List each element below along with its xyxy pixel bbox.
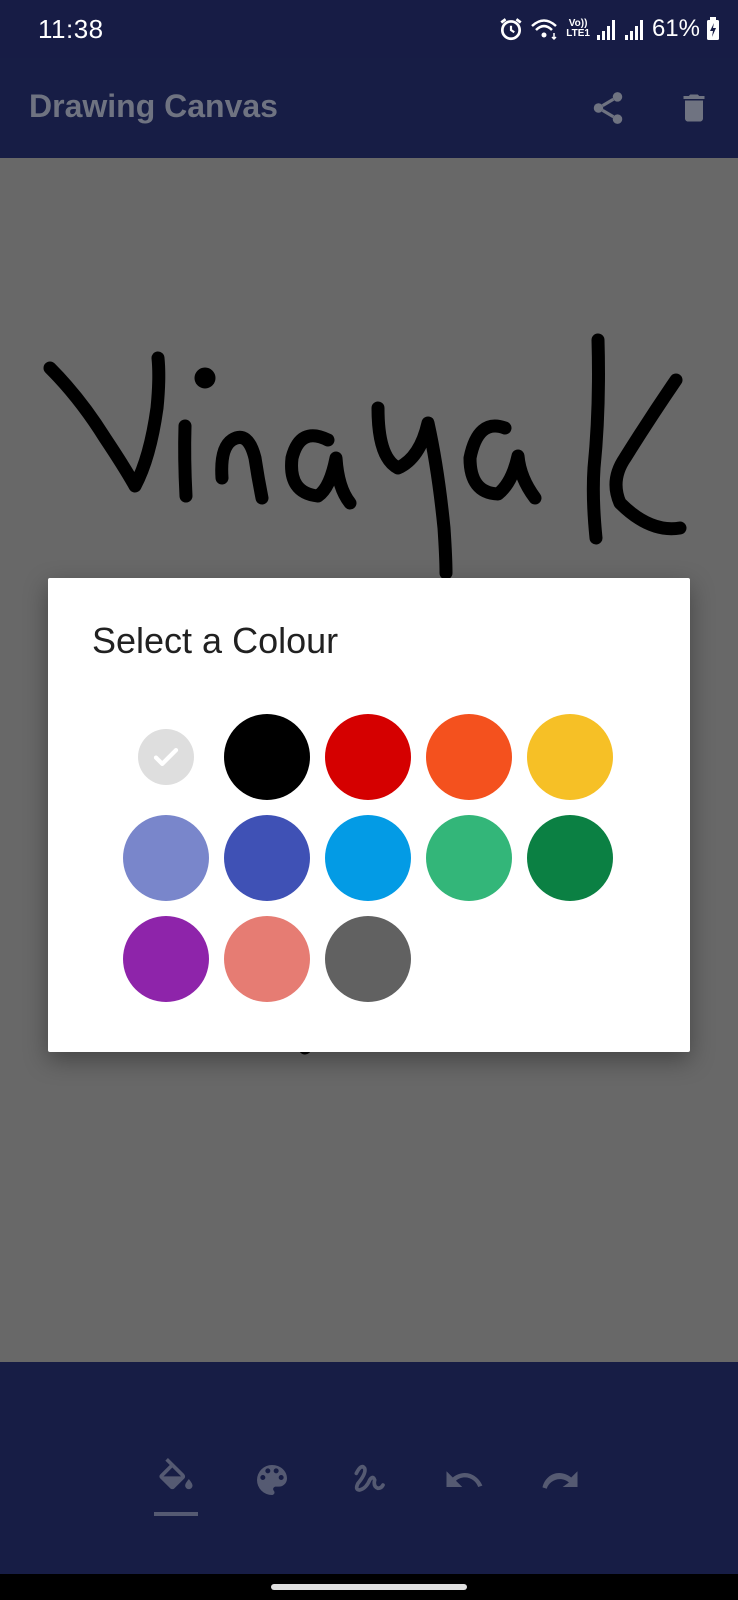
color-swatch-green[interactable]	[527, 815, 613, 901]
palette-icon	[257, 1465, 287, 1495]
active-tool-indicator	[154, 1512, 198, 1516]
status-time: 11:38	[38, 14, 104, 44]
palette-tool-button[interactable]	[244, 1452, 300, 1508]
wifi-icon	[530, 16, 560, 42]
color-swatch-indigo[interactable]	[224, 815, 310, 901]
color-swatch-graphite[interactable]	[325, 916, 411, 1002]
color-swatch-white[interactable]	[138, 729, 194, 785]
undo-button[interactable]	[436, 1452, 492, 1508]
share-button[interactable]	[586, 86, 630, 130]
color-swatch-salmon[interactable]	[224, 916, 310, 1002]
fill-tool-button[interactable]	[148, 1452, 204, 1508]
checkmark-icon	[153, 748, 179, 766]
status-icons: Vo)) LTE1 61%	[498, 10, 720, 48]
color-picker-dialog: Select a Colour	[48, 578, 690, 1052]
bottom-toolbar	[0, 1362, 738, 1574]
fill-bucket-icon	[159, 1458, 193, 1490]
color-swatch-blue[interactable]	[325, 815, 411, 901]
color-swatch-lavender[interactable]	[123, 815, 209, 901]
redo-icon	[542, 1471, 578, 1489]
app-title: Drawing Canvas	[29, 88, 278, 124]
signal-icon	[624, 17, 646, 41]
redo-button[interactable]	[532, 1452, 588, 1508]
color-swatch-orange[interactable]	[426, 714, 512, 800]
battery-text: 61%	[651, 15, 700, 42]
signal-icon	[596, 17, 618, 41]
system-nav-bar	[0, 1574, 738, 1600]
color-swatch-yellow[interactable]	[527, 714, 613, 800]
network-label: Vo)) LTE1	[566, 18, 590, 39]
color-swatch-purple[interactable]	[123, 916, 209, 1002]
brush-stroke-icon	[354, 1464, 385, 1492]
status-bar: 11:38 Vo)) LTE1 61%	[0, 0, 738, 58]
home-gesture-handle[interactable]	[271, 1584, 467, 1590]
app-bar: Drawing Canvas	[0, 58, 738, 158]
share-icon	[593, 92, 623, 124]
color-swatch-red[interactable]	[325, 714, 411, 800]
color-swatch-sage[interactable]	[426, 815, 512, 901]
delete-button[interactable]	[672, 86, 716, 130]
alarm-icon	[498, 16, 524, 42]
undo-icon	[446, 1471, 483, 1487]
color-swatch-black[interactable]	[224, 714, 310, 800]
dialog-title: Select a Colour	[92, 620, 339, 661]
delete-icon	[683, 94, 705, 122]
brush-tool-button[interactable]	[340, 1452, 396, 1508]
battery-charging-icon	[706, 17, 720, 41]
